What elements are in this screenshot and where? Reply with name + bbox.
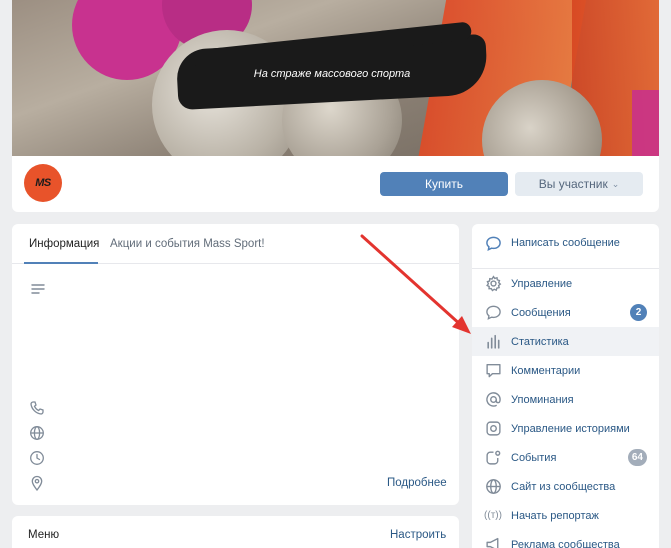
- sidebar-item-mentions[interactable]: Упоминания: [472, 385, 659, 414]
- menu-setup-link[interactable]: Настроить: [390, 529, 446, 541]
- cover-image: На страже массового спорта: [12, 0, 659, 156]
- sidebar-item-label: Начать репортаж: [511, 509, 599, 522]
- tab-info[interactable]: Информация: [29, 238, 99, 250]
- sidebar-item-comments[interactable]: Комментарии: [472, 356, 659, 385]
- community-header: MS Купить Вы участник ⌄: [12, 156, 659, 212]
- globe-icon: [30, 426, 44, 440]
- member-button[interactable]: Вы участник ⌄: [515, 172, 643, 196]
- globe-icon: [485, 478, 502, 495]
- info-card: Информация Акции и события Mass Sport! П…: [12, 224, 459, 505]
- cover-ribbon: [632, 90, 659, 156]
- buy-button[interactable]: Купить: [380, 172, 508, 196]
- phone-icon: [30, 401, 44, 415]
- community-page: На страже массового спорта MS Купить Вы …: [0, 0, 671, 548]
- comment-icon: [485, 362, 502, 379]
- events-badge: 64: [627, 449, 647, 466]
- at-icon: [485, 391, 502, 408]
- tab-promos[interactable]: Акции и события Mass Sport!: [110, 238, 265, 250]
- bar-chart-icon: [485, 333, 502, 350]
- admin-sidebar: Написать сообщение Управление Сообщения …: [472, 224, 659, 548]
- clock-icon: [30, 451, 44, 465]
- description-icon: [31, 284, 45, 294]
- sidebar-item-messages[interactable]: Сообщения 2: [472, 298, 659, 327]
- events-icon: [485, 449, 502, 466]
- sidebar-item-manage[interactable]: Управление: [472, 269, 659, 298]
- gear-icon: [485, 275, 502, 292]
- broadcast-icon: ((т)): [484, 510, 502, 521]
- sidebar-item-label: Управление: [511, 277, 573, 290]
- sidebar-item-label: Реклама сообщества: [511, 538, 620, 548]
- sidebar-item-statistics[interactable]: Статистика: [472, 327, 659, 356]
- sidebar-item-events[interactable]: События 64: [472, 443, 659, 472]
- megaphone-icon: [485, 536, 502, 548]
- sidebar-item-label: Написать сообщение: [511, 237, 620, 249]
- chat-icon: [485, 304, 502, 321]
- sidebar-item-label: Сообщения: [511, 306, 571, 319]
- stories-icon: [485, 420, 502, 437]
- sidebar-item-label: Сайт из сообщества: [511, 480, 616, 493]
- sidebar-item-label: Упоминания: [511, 393, 574, 406]
- active-tab-indicator: [24, 262, 98, 264]
- sidebar-item-label: Управление историями: [511, 422, 630, 435]
- sidebar-item-label: Статистика: [511, 335, 569, 348]
- sidebar-item-stories[interactable]: Управление историями: [472, 414, 659, 443]
- avatar[interactable]: MS: [24, 164, 62, 202]
- cover-slogan: На страже массового спорта: [253, 68, 411, 80]
- sidebar-item-site[interactable]: Сайт из сообщества: [472, 472, 659, 501]
- sidebar-item-ads[interactable]: Реклама сообщества: [472, 530, 659, 548]
- info-tabs: Информация Акции и события Mass Sport!: [12, 224, 459, 264]
- chat-icon: [485, 235, 502, 252]
- location-icon: [31, 475, 43, 491]
- unread-badge: 2: [630, 304, 647, 321]
- sidebar-item-write-message[interactable]: Написать сообщение: [472, 228, 659, 258]
- more-link[interactable]: Подробнее: [387, 477, 447, 489]
- sidebar-item-broadcast[interactable]: ((т)) Начать репортаж: [472, 501, 659, 530]
- chevron-down-icon: ⌄: [611, 178, 620, 189]
- menu-title: Меню: [28, 529, 60, 541]
- menu-card: Меню Настроить: [12, 516, 459, 548]
- member-button-label: Вы участник: [538, 177, 608, 191]
- sidebar-item-label: События: [511, 451, 557, 464]
- sidebar-item-label: Комментарии: [511, 364, 581, 377]
